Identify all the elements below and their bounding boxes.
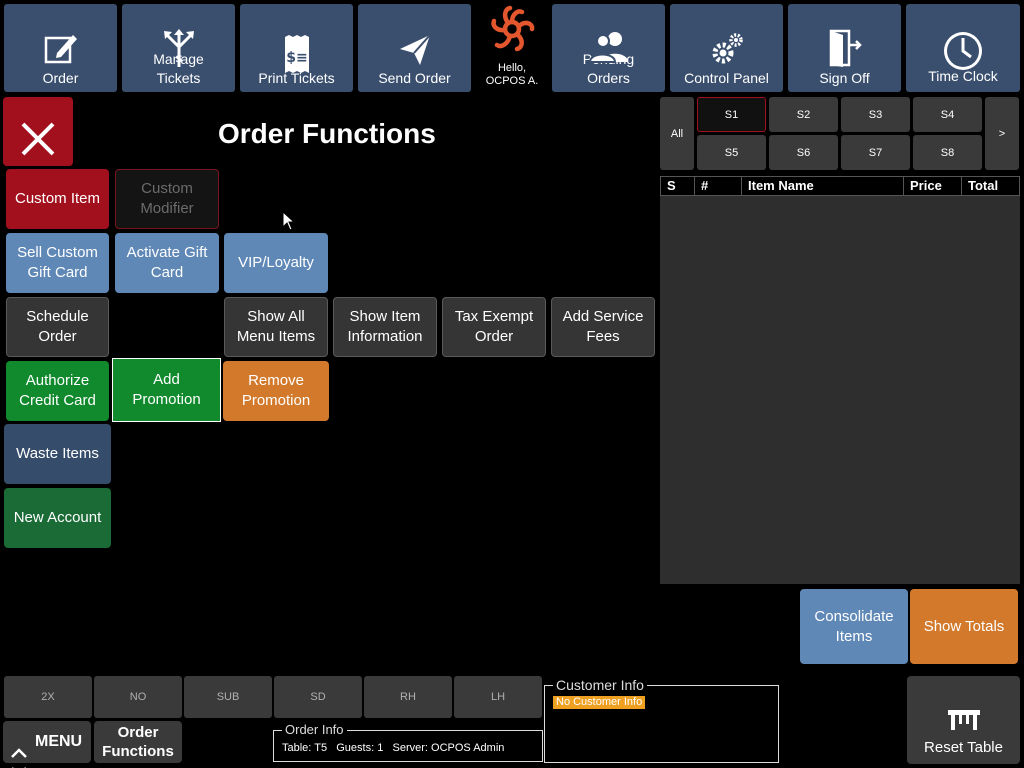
- remove-promotion-button[interactable]: Remove Promotion: [223, 361, 329, 421]
- clock-icon: [941, 10, 985, 78]
- reset-table-label: Reset Table: [924, 739, 1003, 756]
- ocpos-logo-icon: [488, 4, 536, 59]
- gears-icon: [709, 12, 745, 72]
- chevron-up-down-icon: [9, 724, 29, 768]
- table-label: Table:: [282, 742, 312, 754]
- modifier-rh-button[interactable]: RH: [364, 676, 452, 718]
- seat-button-s1[interactable]: S1: [697, 97, 766, 132]
- schedule-order-button[interactable]: Schedule Order: [6, 297, 109, 357]
- custom-item-button[interactable]: Custom Item: [6, 169, 109, 229]
- users-icon: [588, 10, 629, 68]
- modifier-lh-button[interactable]: LH: [454, 676, 542, 718]
- close-button[interactable]: [3, 97, 73, 166]
- menu-button[interactable]: MENU: [3, 721, 91, 768]
- customer-info-legend: Customer Info: [553, 677, 647, 693]
- seat-all-button[interactable]: All: [660, 97, 694, 170]
- order-functions-tab[interactable]: Order Functions: [94, 721, 182, 763]
- waste-items-button[interactable]: Waste Items: [4, 424, 111, 484]
- page-title: Order Functions: [218, 118, 436, 149]
- new-account-button[interactable]: New Account: [4, 488, 111, 548]
- server-label: Server:: [392, 742, 428, 754]
- column-header-price: Price: [904, 176, 962, 196]
- column-header-seat: S: [661, 176, 695, 196]
- reset-table-button[interactable]: Reset Table: [907, 676, 1020, 764]
- time-clock-button[interactable]: Time Clock: [906, 4, 1020, 92]
- table-value: T5: [314, 742, 328, 754]
- server-value: OCPOS Admin: [431, 742, 505, 754]
- svg-text:$≡: $≡: [286, 50, 307, 66]
- order-info-line: Table: T5 Guests: 1 Server: OCPOS Admin: [282, 741, 504, 755]
- control-panel-button[interactable]: Control Panel: [670, 4, 783, 92]
- column-header-total: Total: [968, 178, 999, 193]
- paper-plane-icon: [398, 14, 432, 72]
- modifier-sd-button[interactable]: SD: [274, 676, 362, 718]
- custom-modifier-button: Custom Modifier: [115, 169, 219, 229]
- consolidate-items-button[interactable]: Consolidate Items: [800, 589, 908, 664]
- close-icon: [20, 101, 56, 163]
- modifier-2x-button[interactable]: 2X: [4, 676, 92, 718]
- show-all-menu-items-button[interactable]: Show All Menu Items: [224, 297, 328, 357]
- order-info-panel: Order Info Table: T5 Guests: 1 Server: O…: [273, 722, 543, 762]
- show-item-information-button[interactable]: Show Item Information: [333, 297, 437, 357]
- order-info-legend: Order Info: [282, 722, 347, 738]
- order-button[interactable]: Order: [4, 4, 117, 92]
- split-arrows-icon: $: [162, 10, 196, 74]
- customer-info-status: No Customer Info: [553, 696, 646, 709]
- sign-off-button[interactable]: Sign Off: [788, 4, 901, 92]
- edit-icon: [43, 12, 79, 72]
- activate-gift-card-button[interactable]: Activate Gift Card: [115, 233, 219, 293]
- print-tickets-button[interactable]: $≡ Print Tickets: [240, 4, 353, 92]
- customer-info-panel[interactable]: Customer Info No Customer Info: [544, 677, 779, 763]
- pending-orders-button[interactable]: Pending Orders: [552, 4, 665, 92]
- seat-button-s5[interactable]: S5: [697, 135, 766, 170]
- receipt-icon: $≡: [283, 16, 311, 80]
- column-header-number: #: [695, 176, 742, 196]
- vip-loyalty-button[interactable]: VIP/Loyalty: [224, 233, 328, 293]
- tax-exempt-order-button[interactable]: Tax Exempt Order: [442, 297, 546, 357]
- table-icon: [947, 688, 981, 738]
- modifier-no-button[interactable]: NO: [94, 676, 182, 718]
- manage-tickets-button[interactable]: $ Manage Tickets: [122, 4, 235, 92]
- menu-label: MENU: [35, 733, 83, 750]
- column-header-item-name: Item Name: [742, 176, 904, 196]
- guests-label: Guests:: [336, 742, 375, 754]
- seat-next-button[interactable]: >: [985, 97, 1019, 170]
- seat-button-s4[interactable]: S4: [913, 97, 982, 132]
- user-greeting: Hello, OCPOS A.: [476, 4, 548, 92]
- seat-button-s3[interactable]: S3: [841, 97, 910, 132]
- show-totals-button[interactable]: Show Totals: [910, 589, 1018, 664]
- add-promotion-button[interactable]: Add Promotion: [112, 358, 221, 422]
- mouse-cursor-icon: [282, 210, 296, 236]
- seat-button-s2[interactable]: S2: [769, 97, 838, 132]
- svg-text:$: $: [175, 52, 183, 65]
- greeting-text: Hello, OCPOS A.: [485, 62, 539, 87]
- add-service-fees-button[interactable]: Add Service Fees: [551, 297, 655, 357]
- guests-value: 1: [377, 742, 384, 754]
- modifier-sub-button[interactable]: SUB: [184, 676, 272, 718]
- sell-custom-gift-card-button[interactable]: Sell Custom Gift Card: [6, 233, 109, 293]
- door-exit-icon: [827, 10, 863, 72]
- order-items-list[interactable]: [660, 176, 1020, 584]
- seat-button-s6[interactable]: S6: [769, 135, 838, 170]
- seat-button-s7[interactable]: S7: [841, 135, 910, 170]
- seat-button-s8[interactable]: S8: [913, 135, 982, 170]
- send-order-button[interactable]: Send Order: [358, 4, 471, 92]
- authorize-credit-card-button[interactable]: Authorize Credit Card: [6, 361, 109, 421]
